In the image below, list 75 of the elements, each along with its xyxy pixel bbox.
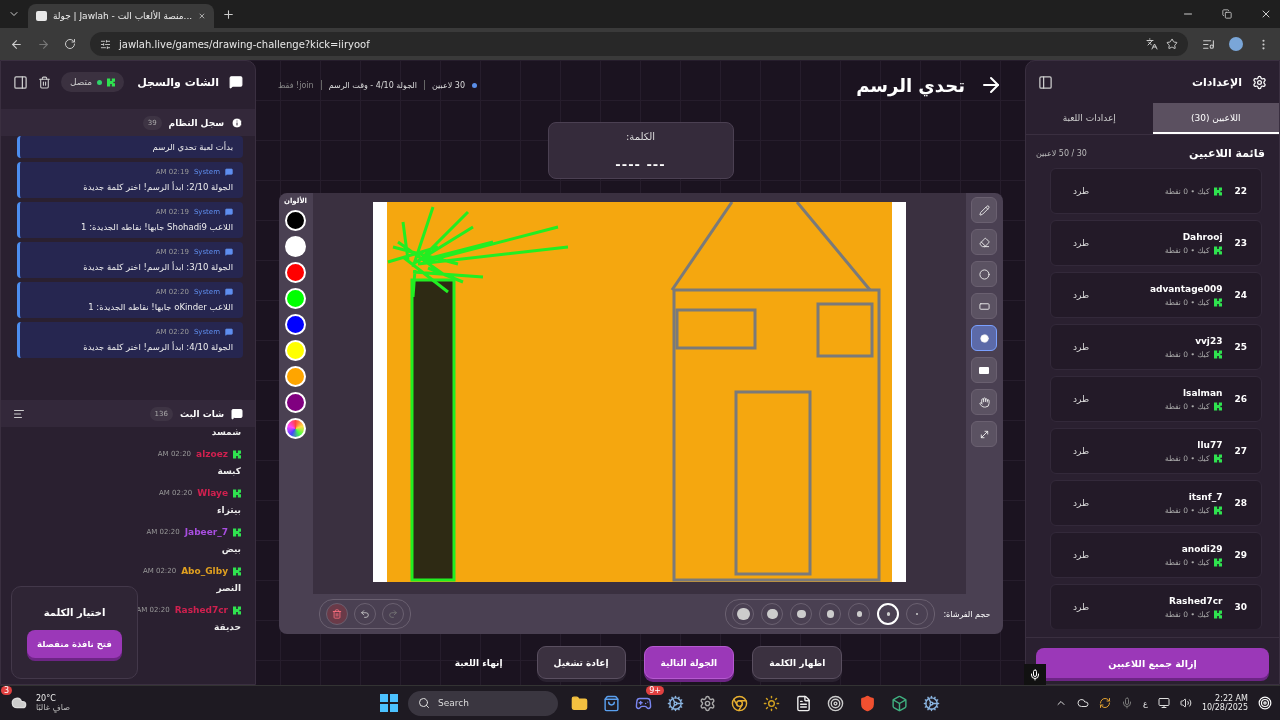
- kick-button[interactable]: طرد: [1065, 238, 1098, 248]
- word-hint: --- ----: [615, 157, 666, 172]
- brush-size-label: حجم الفرشاة:: [943, 609, 991, 619]
- panel-title: الشات والسجل: [137, 75, 219, 89]
- player-name: llu77: [1197, 439, 1223, 450]
- message-text: اللاعب Shohadi9 جابها! نقاطه الجديدة: 1: [80, 222, 233, 232]
- message-text: حديقة: [213, 622, 241, 632]
- action-button[interactable]: اظهار الكلمة: [752, 646, 843, 679]
- player-number: 30: [1234, 602, 1247, 612]
- notification-badge: 9+: [646, 686, 664, 695]
- kick-button[interactable]: طرد: [1065, 394, 1098, 404]
- open-window-button[interactable]: فتح نافذة منفصلة: [27, 630, 122, 658]
- player-count: 30 لاعبين: [432, 80, 465, 90]
- action-button[interactable]: إعادة تشغيل: [536, 646, 626, 679]
- panel-title: الإعدادات: [1191, 75, 1242, 89]
- game-title: تحدي الرسم: [856, 74, 965, 96]
- weather-text: صافٍ غالبًا: [36, 703, 70, 712]
- kick-button[interactable]: طرد: [1065, 446, 1098, 456]
- message-text: الجولة 4/10: ابدأ الرسم! اختر كلمة جديدة: [82, 342, 233, 352]
- username[interactable]: Abo_Glby: [181, 566, 228, 576]
- player-number: 22: [1234, 186, 1247, 196]
- panel-tab[interactable]: اللاعبين (30): [1152, 103, 1279, 134]
- player-name: itsnf_7: [1188, 491, 1223, 502]
- message-text: بدأت لعبة تحدي الرسم: [151, 142, 233, 152]
- panel-tab[interactable]: إعدادات اللعبة: [1026, 103, 1153, 134]
- message-text: شمسد: [210, 427, 241, 437]
- player-number: 28: [1234, 498, 1247, 508]
- address-bar[interactable]: jawlah.live/games/drawing-challenge?kick=iiryoof: [90, 32, 1188, 56]
- player-number: 27: [1234, 446, 1247, 456]
- kick-button[interactable]: طرد: [1065, 550, 1098, 560]
- list-title: قائمة اللاعبين: [1189, 147, 1265, 160]
- message-text: النصر: [215, 583, 241, 593]
- section-title: سجل النظام: [168, 117, 224, 128]
- temperature: 20°C: [36, 694, 57, 703]
- message-text: الجولة 3/10: ابدأ الرسم! اختر كلمة جديدة: [82, 262, 233, 272]
- player-number: 25: [1234, 342, 1247, 352]
- card-title: اختيار الكلمة: [43, 607, 106, 618]
- message-text: الجولة 2/10: ابدأ الرسم! اختر كلمة جديدة: [82, 182, 233, 192]
- notification-badge: 3: [1, 686, 13, 695]
- browser-tab[interactable]: جولة | Jawlah - منصة الألعاب الت...: [28, 4, 214, 28]
- action-button[interactable]: إنهاء اللعبة: [438, 646, 519, 679]
- clock-date[interactable]: 10/28/2025: [1201, 703, 1248, 712]
- word-label: الكلمة:: [625, 131, 656, 142]
- player-number: 26: [1234, 394, 1247, 404]
- section-title: شات البث: [179, 408, 224, 419]
- player-number: 29: [1234, 550, 1247, 560]
- message-text: بيتزاء: [216, 505, 241, 515]
- kick-button[interactable]: طرد: [1065, 602, 1098, 612]
- join-mode: join! فقط: [278, 80, 314, 90]
- language-indicator[interactable]: ع: [1143, 698, 1148, 708]
- player-number: 23: [1234, 238, 1247, 248]
- round-info: الجولة 4/10 - وقت الرسم: [328, 80, 417, 90]
- player-name: vvj23: [1195, 335, 1223, 346]
- url-text: jawlah.live/games/drawing-challenge?kick=iiryoof: [119, 38, 370, 50]
- kick-button[interactable]: طرد: [1065, 498, 1098, 508]
- kick-button[interactable]: طرد: [1065, 290, 1098, 300]
- message-text: كبسة: [216, 466, 241, 476]
- status-text: متصل: [70, 77, 93, 87]
- player-name: advantage009: [1149, 283, 1223, 294]
- taskbar-search[interactable]: Search: [408, 690, 558, 716]
- action-button[interactable]: الجولة التالية: [643, 646, 735, 679]
- kick-button[interactable]: طرد: [1065, 342, 1098, 352]
- player-name: lsalman: [1183, 387, 1223, 398]
- player-name: anodi29: [1181, 543, 1223, 554]
- username[interactable]: Jabeer_7: [184, 527, 228, 537]
- kick-button[interactable]: طرد: [1065, 186, 1098, 196]
- player-name: Rashed7cr: [1169, 595, 1223, 606]
- player-name: Dahrooj: [1182, 231, 1223, 242]
- player-capacity: 30 / 50 لاعبين: [1036, 149, 1087, 158]
- message-text: بيض: [220, 544, 241, 554]
- clock-time[interactable]: 2:22 AM: [1215, 694, 1248, 703]
- message-text: اللاعب oKinder جابها! نقاطه الجديدة: 1: [87, 302, 233, 312]
- player-number: 24: [1234, 290, 1247, 300]
- search-placeholder: Search: [438, 698, 469, 708]
- remove-all-button[interactable]: إزالة جميع اللاعبين: [1036, 648, 1269, 678]
